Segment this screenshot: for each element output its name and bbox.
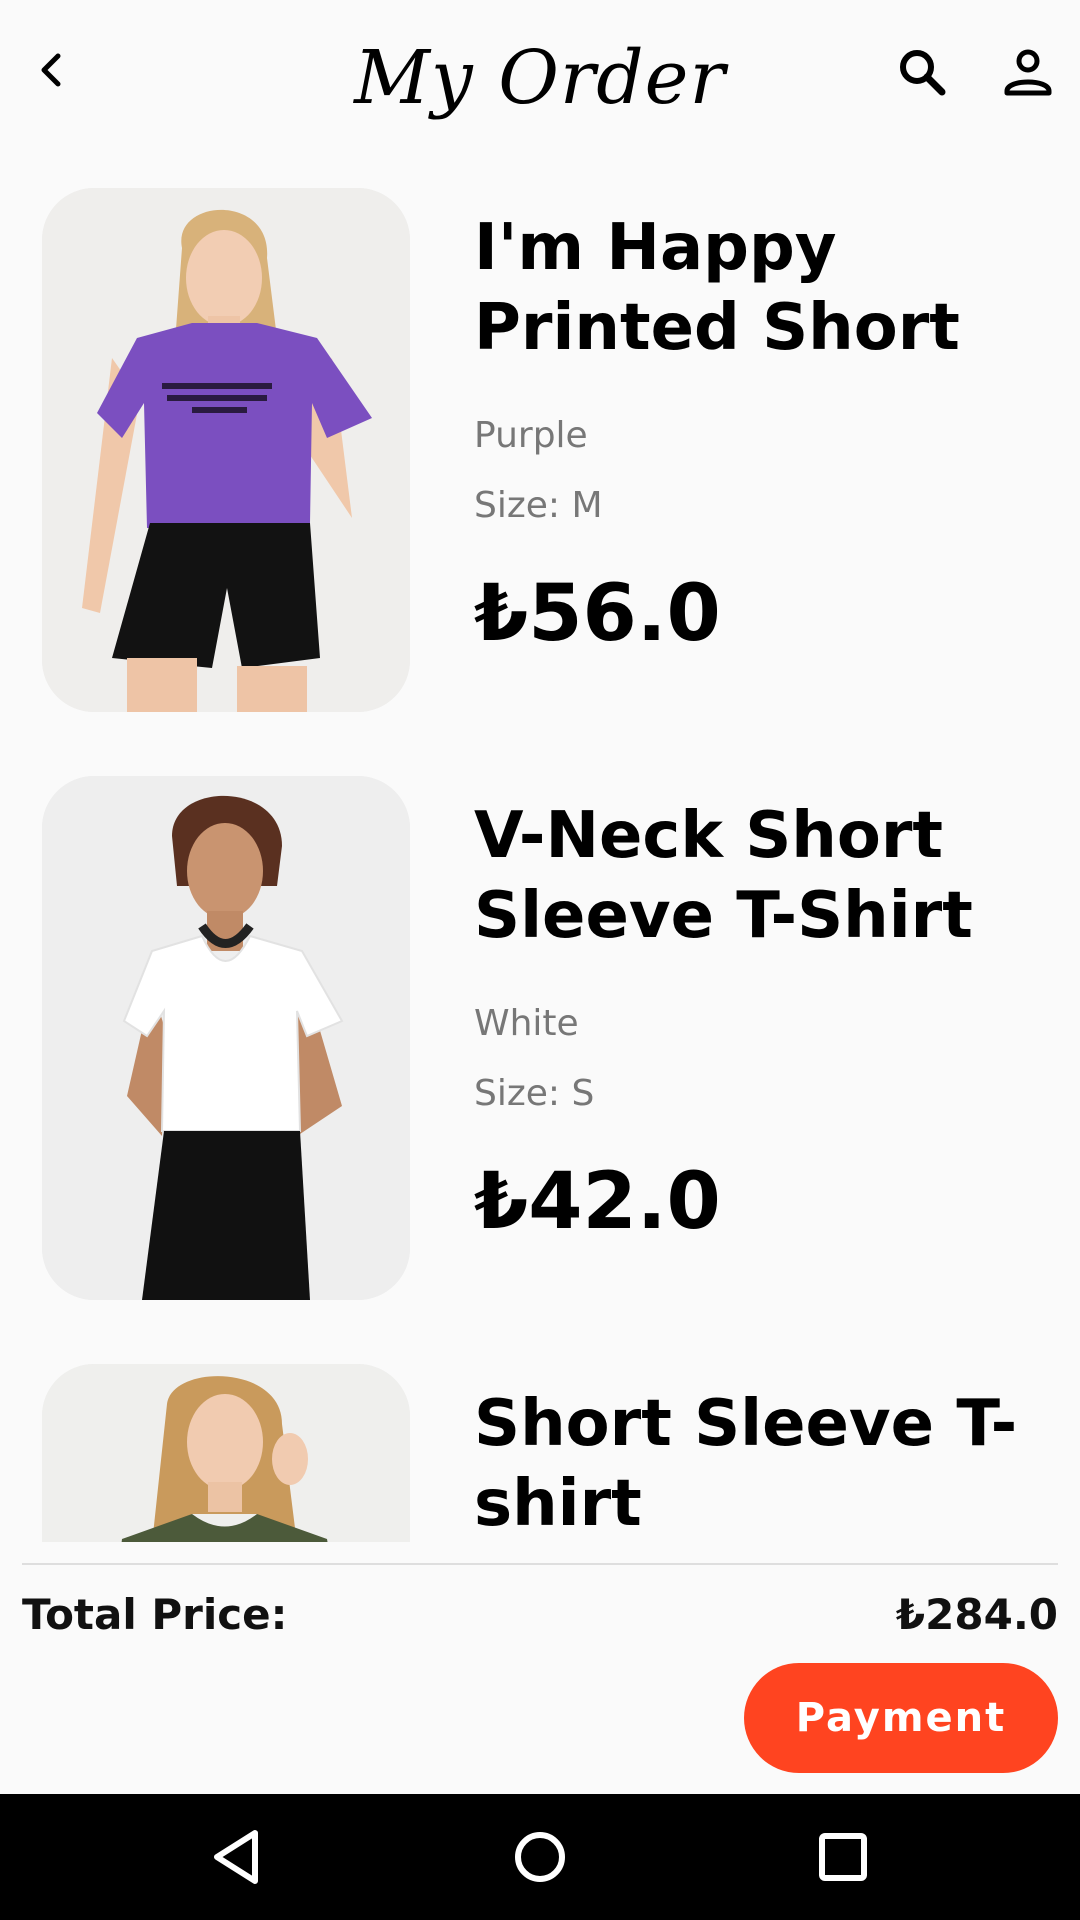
order-item[interactable]: Short Sleeve T-shirt — [0, 1326, 1080, 1542]
product-size: Size: S — [474, 1073, 595, 1114]
system-navigation-bar — [0, 1794, 1080, 1920]
product-color: White — [474, 1003, 579, 1044]
order-item[interactable]: I'm Happy Printed Short Purple Size: M ₺… — [0, 150, 1080, 712]
product-name: V-Neck Short Sleeve T-Shirt — [474, 799, 973, 953]
system-home-button[interactable] — [499, 1816, 581, 1898]
product-image — [42, 1364, 410, 1542]
person-icon — [1004, 49, 1052, 96]
order-item-info: Short Sleeve T-shirt — [474, 1384, 1054, 1542]
product-image — [42, 188, 410, 712]
product-price: ₺56.0 — [474, 569, 721, 659]
divider — [22, 1563, 1058, 1565]
account-button[interactable] — [996, 40, 1060, 104]
top-app-bar: My Order — [0, 0, 1080, 150]
product-color: Purple — [474, 415, 588, 456]
total-price-label: Total Price: — [22, 1590, 288, 1639]
circle-home-icon — [515, 1832, 565, 1882]
payment-button[interactable]: Payment — [744, 1663, 1058, 1773]
system-back-button[interactable] — [196, 1816, 278, 1898]
order-item[interactable]: V-Neck Short Sleeve T-Shirt White Size: … — [0, 738, 1080, 1300]
total-price-value: ₺284.0 — [895, 1590, 1058, 1639]
product-image — [42, 776, 410, 1300]
square-recents-icon — [819, 1833, 867, 1881]
search-button[interactable] — [890, 40, 954, 104]
order-list[interactable]: I'm Happy Printed Short Purple Size: M ₺… — [0, 150, 1080, 1542]
search-icon — [900, 50, 946, 96]
product-size: Size: M — [474, 485, 603, 526]
product-price: ₺42.0 — [474, 1157, 721, 1247]
triangle-back-icon — [214, 1830, 258, 1884]
product-name: Short Sleeve T-shirt — [474, 1387, 1018, 1541]
order-item-info: V-Neck Short Sleeve T-Shirt White Size: … — [474, 796, 1054, 1250]
product-name: I'm Happy Printed Short — [474, 211, 960, 365]
system-recents-button[interactable] — [802, 1816, 884, 1898]
order-item-info: I'm Happy Printed Short Purple Size: M ₺… — [474, 208, 1054, 662]
